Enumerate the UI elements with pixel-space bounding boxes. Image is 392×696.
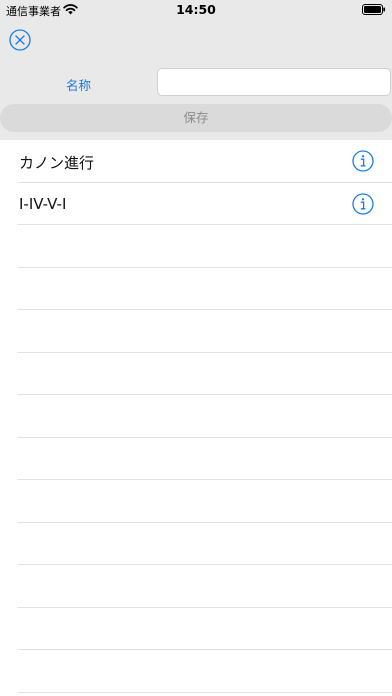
empty-row xyxy=(18,650,392,693)
name-label: 名称 xyxy=(66,78,92,93)
empty-row xyxy=(18,225,392,268)
list-item-label: I-IV-V-I xyxy=(19,194,67,213)
empty-row xyxy=(18,608,392,650)
save-button[interactable]: 保存 xyxy=(0,104,392,132)
list-item-label: カノン進行 xyxy=(19,154,95,172)
empty-row xyxy=(18,480,392,523)
status-bar: 通信事業者 14:50 xyxy=(0,0,392,20)
empty-row xyxy=(18,268,392,310)
empty-row xyxy=(18,310,392,353)
battery-icon xyxy=(362,4,386,15)
empty-row xyxy=(18,565,392,608)
status-time: 14:50 xyxy=(176,2,216,17)
info-icon[interactable] xyxy=(352,192,374,215)
empty-row xyxy=(18,353,392,395)
list-item[interactable]: I-IV-V-I xyxy=(18,183,392,225)
empty-row xyxy=(18,395,392,438)
info-icon[interactable] xyxy=(352,150,374,172)
progression-list: カノン進行 I-IV-V-I xyxy=(0,140,392,696)
list-item[interactable]: カノン進行 xyxy=(18,140,392,183)
name-input[interactable] xyxy=(157,68,391,96)
edit-header: 名称 保存 xyxy=(0,20,392,140)
close-icon[interactable] xyxy=(9,29,31,51)
empty-row xyxy=(18,438,392,480)
empty-row xyxy=(18,523,392,565)
